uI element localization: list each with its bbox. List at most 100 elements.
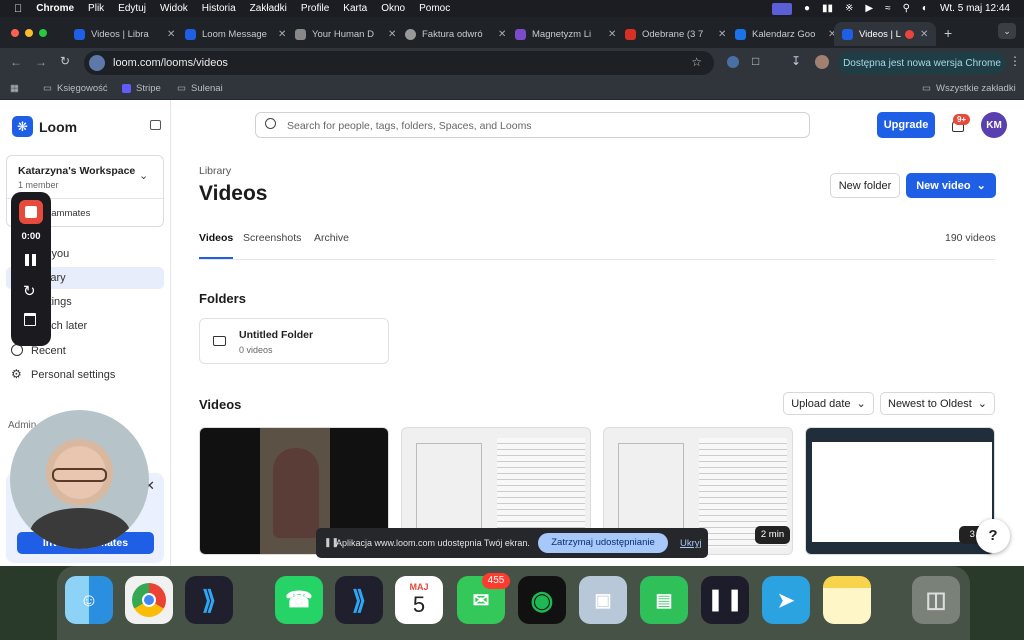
bookmark-star-icon[interactable]: ☆ [691, 55, 702, 69]
tab-loom-message[interactable]: Loom Message ✕ [177, 22, 287, 46]
tab-screenshots[interactable]: Screenshots [243, 232, 301, 244]
video-thumbnail[interactable]: 3 s [805, 427, 995, 555]
collapse-sidebar-icon[interactable] [150, 120, 161, 130]
tab-videos-active[interactable]: Videos | Li ✕ [834, 22, 936, 46]
wifi-icon[interactable]: ≈ [885, 3, 891, 14]
search-icon[interactable]: ⚲ [903, 3, 910, 14]
chrome-icon[interactable] [125, 576, 173, 624]
screen-share-bar: ❚❚ Aplikacja www.loom.com udostępnia Twó… [316, 528, 708, 558]
minimize-window-icon[interactable] [25, 29, 33, 37]
profile-avatar-icon[interactable] [815, 55, 829, 69]
maximize-window-icon[interactable] [39, 29, 47, 37]
search-placeholder[interactable]: Search for people, tags, folders, Spaces… [287, 120, 532, 132]
tab-magnetyzm[interactable]: Magnetyzm Li ✕ [507, 22, 617, 46]
address-bar[interactable]: loom.com/looms/videos ☆ [84, 51, 714, 75]
pause-icon[interactable] [25, 254, 29, 266]
sort-upload-date[interactable]: Upload date ⌄ [783, 392, 874, 415]
close-window-icon[interactable] [11, 29, 19, 37]
clock[interactable]: Wt. 5 maj 12:44 [940, 3, 1010, 14]
forward-icon[interactable]: → [35, 55, 47, 69]
chrome-update-button[interactable]: Dostępna jest nowa wersja Chrome [838, 52, 1006, 74]
tab-kalendarz[interactable]: Kalendarz Goo ✕ [727, 22, 837, 46]
tab-search-icon[interactable]: ⌄ [998, 23, 1016, 39]
download-icon[interactable]: ↧ [791, 54, 801, 68]
menu-historia[interactable]: Historia [202, 3, 236, 14]
help-button[interactable]: ? [976, 519, 1010, 553]
new-tab-icon[interactable]: + [944, 25, 952, 41]
play-icon[interactable]: ▶ [865, 3, 873, 14]
bookmark-all[interactable]: ▭ Wszystkie zakładki [922, 83, 1016, 94]
tab-close-icon[interactable]: ✕ [278, 29, 286, 40]
bookmark-sulenai[interactable]: ▭ Sulenai [177, 83, 223, 94]
back-icon[interactable]: ← [10, 55, 22, 69]
menu-profile[interactable]: Profile [301, 3, 329, 14]
preview-icon[interactable]: ▣ [579, 576, 627, 624]
extension-icon[interactable] [727, 56, 739, 68]
tab-videos[interactable]: Videos [199, 232, 233, 244]
tab-close-icon[interactable]: ✕ [718, 29, 726, 40]
recording-timer: 0:00 [21, 231, 41, 242]
menu-karta[interactable]: Karta [343, 3, 367, 14]
avatar[interactable]: KM [981, 112, 1007, 138]
calendar-icon[interactable]: MAJ 5 [395, 576, 443, 624]
tab-close-icon[interactable]: ✕ [608, 29, 616, 40]
chrome-menu-icon[interactable]: ⋮ [1009, 54, 1021, 68]
menu-pomoc[interactable]: Pomoc [419, 3, 450, 14]
tab-close-icon[interactable]: ✕ [498, 29, 506, 40]
upgrade-button[interactable]: Upgrade [877, 112, 935, 138]
tab-gmail[interactable]: Odebrane (3 7 ✕ [617, 22, 727, 46]
menu-okno[interactable]: Okno [381, 3, 405, 14]
vscode-insiders-icon[interactable]: ⟫ [335, 576, 383, 624]
breadcrumb[interactable]: Library [199, 165, 231, 177]
control-center-icon[interactable]: ◐ [922, 3, 928, 14]
brand-name[interactable]: Loom [39, 119, 77, 135]
screen-share-icon[interactable] [771, 2, 792, 15]
apple-icon[interactable]:  [14, 3, 22, 15]
bookmark-stripe[interactable]: Stripe [122, 83, 161, 94]
stop-recording-button[interactable] [19, 200, 43, 224]
battery-icon[interactable]: ▮▮ [822, 3, 833, 14]
bluetooth-icon[interactable]: ※ [845, 3, 853, 14]
new-folder-button[interactable]: New folder [830, 173, 900, 198]
nav-personal-settings[interactable]: ⚙ Personal settings [6, 364, 164, 386]
loom-logo-icon[interactable]: ❋ [12, 116, 33, 137]
restart-icon[interactable]: ↻ [23, 282, 36, 300]
folder-card[interactable]: Untitled Folder 0 videos [199, 318, 389, 364]
vscode-icon[interactable]: ⟫ [185, 576, 233, 624]
telegram-icon[interactable]: ➤ [762, 576, 810, 624]
audio-app-icon[interactable]: ▌▐ [701, 576, 749, 624]
sort-order[interactable]: Newest to Oldest ⌄ [880, 392, 995, 415]
tab-close-icon[interactable]: ✕ [920, 29, 928, 40]
tab-your-human[interactable]: Your Human D ✕ [287, 22, 397, 46]
url-text[interactable]: loom.com/looms/videos [113, 57, 228, 69]
tab-close-icon[interactable]: ✕ [388, 29, 396, 40]
finder-icon[interactable]: ☺ [65, 576, 113, 624]
reload-icon[interactable]: ↻ [60, 54, 70, 68]
hide-button[interactable]: Ukryj [680, 538, 702, 549]
menu-zakladki[interactable]: Zakładki [250, 3, 287, 14]
whatsapp-icon[interactable]: ☎ [275, 576, 323, 624]
notes-icon[interactable] [823, 576, 871, 624]
bookmark-ksiegowosc[interactable]: ▭ Księgowość [43, 83, 108, 94]
tab-videos-library[interactable]: Videos | Libra ✕ [66, 22, 176, 46]
numbers-icon[interactable]: ▤ [640, 576, 688, 624]
new-video-button[interactable]: New video ⌄ [906, 173, 996, 198]
status-icon[interactable]: ● [804, 3, 810, 14]
tab-close-icon[interactable]: ✕ [167, 29, 175, 40]
spotify-icon[interactable]: ◉ [518, 576, 566, 624]
chevron-down-icon[interactable]: ⌄ [139, 169, 148, 182]
stop-sharing-button[interactable]: Zatrzymaj udostępnianie [538, 533, 668, 553]
menu-edytuj[interactable]: Edytuj [118, 3, 146, 14]
search-bar[interactable]: Search for people, tags, folders, Spaces… [255, 112, 810, 138]
tab-archive[interactable]: Archive [314, 232, 349, 244]
menu-plik[interactable]: Plik [88, 3, 104, 14]
tab-faktura[interactable]: Faktura odwró ✕ [397, 22, 507, 46]
trash-icon[interactable]: ◫ [912, 576, 960, 624]
extensions-puzzle-icon[interactable]: □ [752, 54, 759, 68]
menu-widok[interactable]: Widok [160, 3, 188, 14]
webcam-bubble[interactable] [10, 410, 149, 549]
trash-icon[interactable] [24, 313, 36, 326]
menu-chrome[interactable]: Chrome [36, 3, 74, 14]
site-info-icon[interactable] [89, 55, 105, 71]
apps-grid-icon[interactable]: ▦ [10, 83, 19, 94]
